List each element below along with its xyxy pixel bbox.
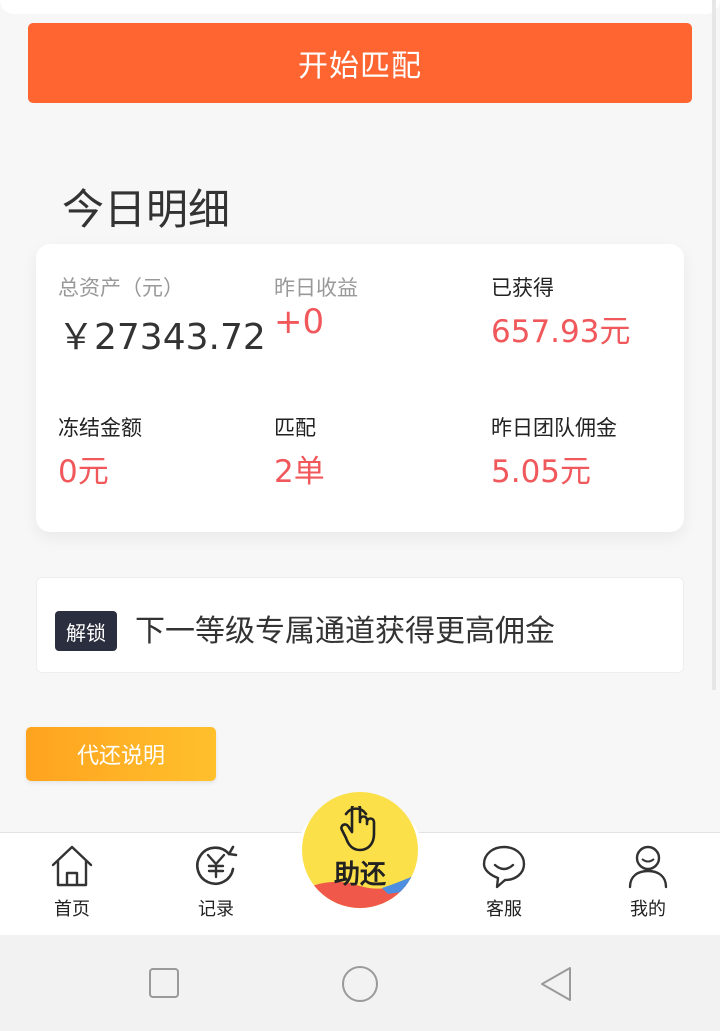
- unlock-text: 下一等级专属通道获得更高佣金: [135, 614, 555, 649]
- stat-label: 匹配: [274, 416, 316, 440]
- tap-hand-icon: [340, 806, 376, 852]
- scrollbar[interactable]: [712, 0, 716, 690]
- chat-bubble-icon: [482, 845, 526, 889]
- tab-label: 记录: [198, 899, 234, 920]
- stat-label: 昨日团队佣金: [491, 416, 617, 440]
- stat-value: ￥27343.72: [58, 317, 266, 358]
- stat-value: 657.93元: [491, 314, 631, 350]
- unlock-banner[interactable]: 解锁 下一等级专属通道获得更高佣金: [36, 577, 684, 673]
- stat-matched: 匹配 2单: [274, 412, 325, 491]
- stat-earned: 已获得 657.93元: [491, 272, 630, 351]
- tab-home[interactable]: 首页: [0, 833, 144, 936]
- repay-info-button[interactable]: 代还说明: [26, 727, 216, 781]
- unlock-badge: 解锁: [55, 611, 117, 651]
- recent-apps-icon[interactable]: [148, 967, 180, 999]
- tab-service[interactable]: 客服: [432, 833, 576, 936]
- tab-records[interactable]: 记录: [144, 833, 288, 936]
- stat-label: 已获得: [491, 276, 554, 300]
- tab-label: 首页: [54, 899, 90, 920]
- stat-value: 5.05元: [491, 454, 592, 490]
- stat-label: 总资产（元）: [58, 276, 184, 300]
- user-icon: [628, 845, 668, 889]
- system-nav-bar: [0, 935, 720, 1031]
- stat-yesterday-income: 昨日收益 +0: [274, 272, 358, 342]
- stat-value: +0: [274, 302, 325, 342]
- top-card-edge: [0, 0, 720, 14]
- stat-value: 2单: [274, 454, 325, 490]
- tab-label: 客服: [486, 899, 522, 920]
- tab-mine[interactable]: 我的: [576, 833, 720, 936]
- stat-team-commission: 昨日团队佣金 5.05元: [491, 412, 617, 491]
- tab-label: 我的: [630, 899, 666, 920]
- stat-frozen: 冻结金额 0元: [58, 412, 142, 491]
- section-title: 今日明细: [62, 185, 231, 234]
- today-stats-card: 总资产（元） ￥27343.72 昨日收益 +0 已获得 657.93元 冻结金…: [36, 244, 684, 532]
- tab-assist-repay-button[interactable]: 助还: [302, 792, 418, 908]
- yen-record-icon: [196, 845, 238, 885]
- home-circle-icon[interactable]: [341, 965, 379, 1003]
- stat-value: 0元: [58, 454, 109, 490]
- stat-label: 昨日收益: [274, 276, 358, 300]
- stat-label: 冻结金额: [58, 416, 142, 440]
- home-icon: [51, 845, 93, 887]
- center-button-label: 助还: [333, 860, 386, 890]
- start-match-button[interactable]: 开始匹配: [28, 23, 692, 103]
- back-triangle-icon[interactable]: [538, 965, 574, 1003]
- stat-total-assets: 总资产（元） ￥27343.72: [58, 272, 266, 360]
